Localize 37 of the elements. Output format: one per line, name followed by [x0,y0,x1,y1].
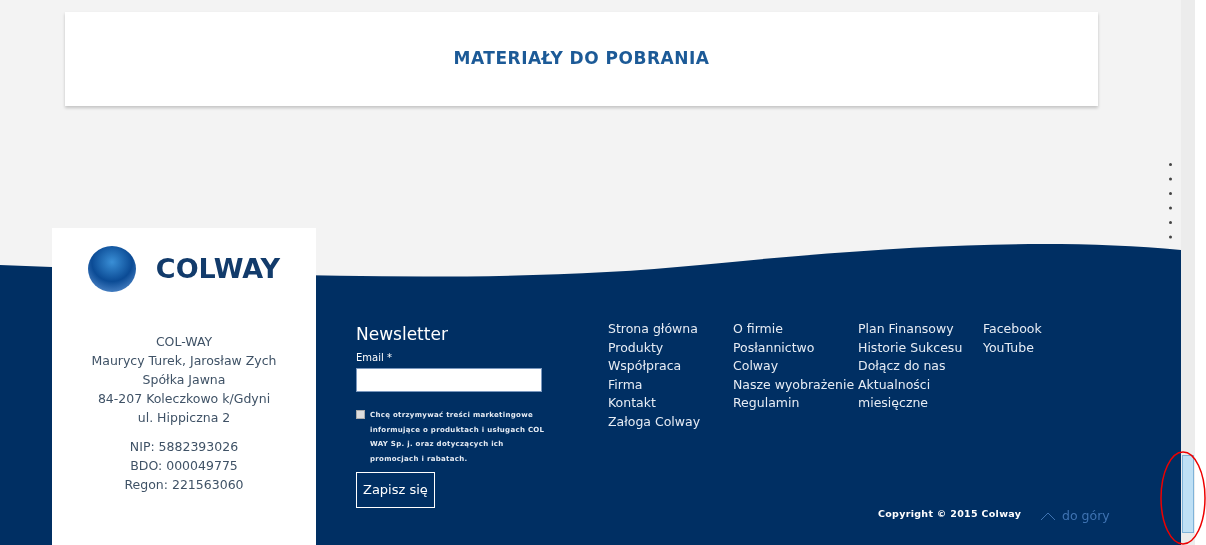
footer-link[interactable]: Firma [608,375,733,394]
downloads-link[interactable]: MATERIAŁY DO POBRANIA [453,46,710,72]
address-line: Spółka Jawna [142,371,226,389]
copyright-text: Copyright © 2015 Colway [878,507,1022,521]
consent-checkbox[interactable] [356,410,365,419]
section-dots-icon [1168,162,1173,239]
email-field[interactable] [356,368,542,392]
footer-link[interactable]: YouTube [983,338,1063,357]
footer-link[interactable]: Produkty [608,338,733,357]
footer-link[interactable]: Dołącz do nas [858,357,983,376]
footer-link[interactable]: Kontakt [608,394,733,413]
subscribe-button[interactable]: Zapisz się [356,472,435,508]
email-label: Email * [356,351,393,365]
footer-link[interactable]: O firmie [733,320,858,339]
globe-logo-icon [87,246,136,292]
address-line: Maurycy Turek, Jarosław Zych [91,352,277,370]
address-line: COL-WAY [155,333,213,351]
address-line: ul. Hippiczna 2 [137,409,231,427]
footer-link[interactable]: Plan Finansowy [858,320,983,339]
company-id: Regon: 221563060 [124,476,244,494]
footer-link[interactable]: Strona główna [608,320,733,339]
footer-link[interactable]: Posłannictwo Colway [733,338,858,376]
scrollbar-thumb[interactable] [1182,455,1194,533]
logo-text: COLWAY [155,251,281,286]
company-id: NIP: 5882393026 [129,438,239,456]
footer-link[interactable]: Nasze wyobrażenie [733,375,858,394]
footer-link[interactable]: Regulamin [733,394,858,413]
footer-link[interactable]: Facebook [983,320,1063,339]
footer-link[interactable]: Aktualności miesięczne [858,375,983,413]
address-line: 84-207 Koleczkowo k/Gdyni [97,390,271,408]
footer-link[interactable]: Historie Sukcesu [858,338,983,357]
scrollbar[interactable] [1181,0,1195,545]
chevron-up-icon [1040,511,1056,521]
footer-link[interactable]: Załoga Colway [608,412,733,431]
footer-link[interactable]: Współpraca [608,357,733,376]
company-id: BDO: 000049775 [130,457,238,475]
newsletter-title: Newsletter [356,323,449,345]
